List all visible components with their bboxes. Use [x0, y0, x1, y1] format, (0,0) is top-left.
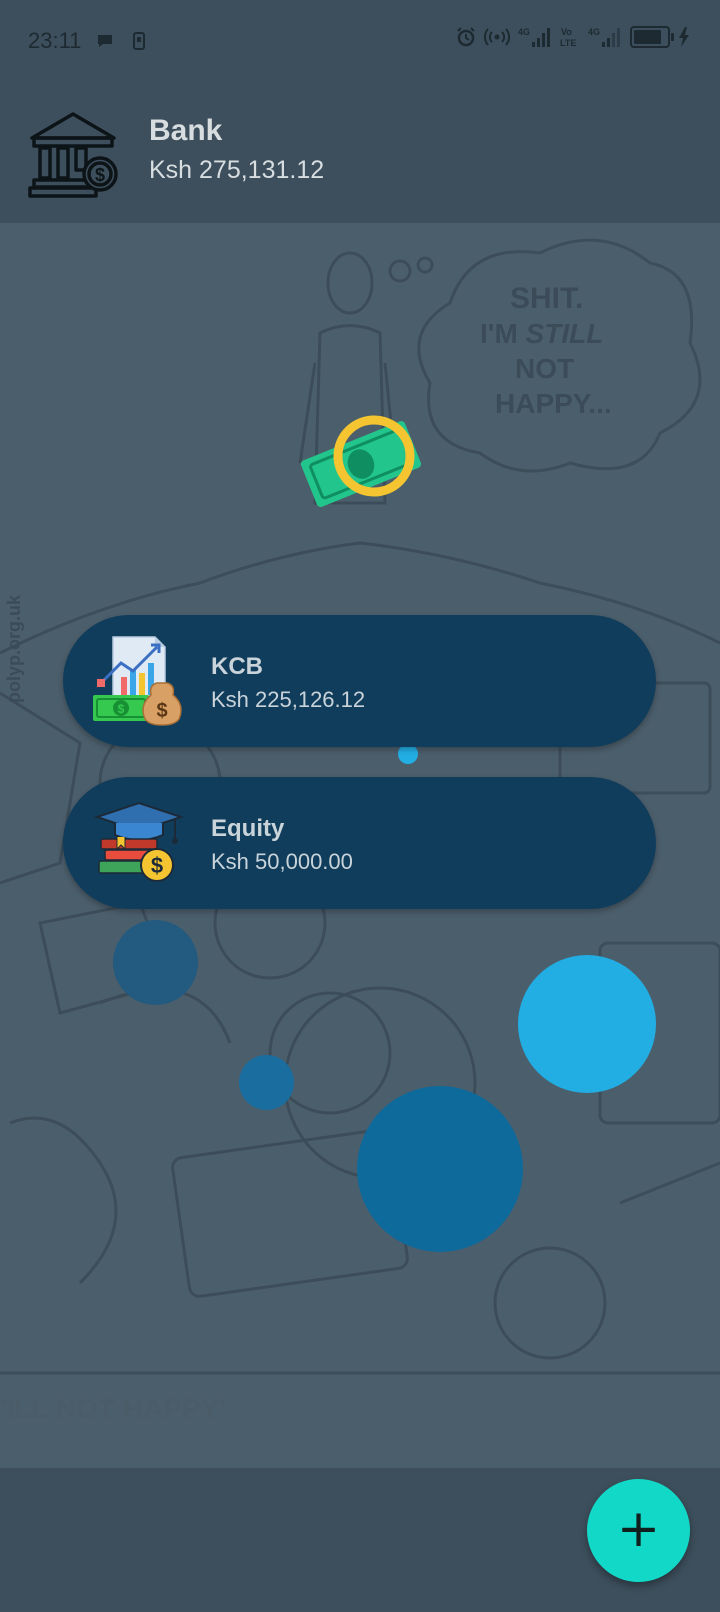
status-bar: 23:11 4G Vo LTE 4G [0, 0, 720, 80]
account-name: Equity [211, 815, 285, 842]
svg-text:Vo: Vo [561, 27, 572, 37]
bubble [398, 744, 418, 764]
app-header: $ Bank Ksh 275,131.12 [0, 80, 720, 223]
money-cash-icon [296, 412, 422, 512]
signal-4g-icon-2: 4G [588, 26, 622, 48]
charging-icon [678, 26, 690, 48]
status-left-icons [95, 30, 149, 52]
status-right-icons: 4G Vo LTE 4G [456, 26, 690, 48]
svg-text:4G: 4G [588, 27, 600, 37]
svg-text:NOT: NOT [515, 353, 574, 384]
hotspot-icon [484, 26, 510, 48]
svg-text:4G: 4G [518, 27, 530, 37]
svg-text:$: $ [156, 700, 167, 722]
bubble [239, 1055, 294, 1110]
svg-text:$: $ [118, 702, 125, 716]
svg-text:LTE: LTE [560, 38, 576, 48]
svg-text:'ILL NOT HAPPY': 'ILL NOT HAPPY' [0, 1393, 226, 1424]
phone-icon [129, 30, 149, 52]
svg-text:$: $ [151, 853, 163, 878]
total-balance: Ksh 275,131.12 [149, 156, 325, 184]
bubble [357, 1086, 523, 1252]
status-time: 23:11 [28, 28, 82, 53]
chart-money-icon: $ $ [91, 633, 187, 729]
alarm-icon [456, 26, 476, 48]
svg-text:I'M STILL: I'M STILL [480, 318, 603, 349]
account-card-kcb[interactable]: $ $ KCB Ksh 225,126.12 [63, 615, 656, 747]
volte-icon: Vo LTE [560, 26, 580, 48]
bubble [113, 920, 198, 1005]
accounts-area[interactable]: SHIT. I'M STILL NOT HAPPY... 'ILL NOT HA… [0, 223, 720, 1468]
add-account-button[interactable]: + [587, 1479, 690, 1582]
account-balance: Ksh 50,000.00 [211, 849, 353, 874]
svg-text:polyp.org.uk: polyp.org.uk [4, 594, 24, 703]
add-icon: + [616, 1498, 661, 1559]
chat-bubble-icon [95, 30, 115, 52]
account-card-equity[interactable]: $ Equity Ksh 50,000.00 [63, 777, 656, 909]
account-balance: Ksh 225,126.12 [211, 687, 366, 712]
account-name: KCB [211, 653, 263, 680]
bubble [518, 955, 656, 1093]
battery-icon [630, 26, 674, 48]
education-money-icon: $ [91, 795, 187, 891]
signal-4g-icon: 4G [518, 26, 552, 48]
thought-text: SHIT. [510, 282, 583, 315]
bank-building-icon: $ [28, 108, 120, 200]
page-title: Bank [149, 114, 223, 147]
svg-text:$: $ [95, 165, 105, 185]
svg-text:HAPPY...: HAPPY... [495, 388, 612, 419]
